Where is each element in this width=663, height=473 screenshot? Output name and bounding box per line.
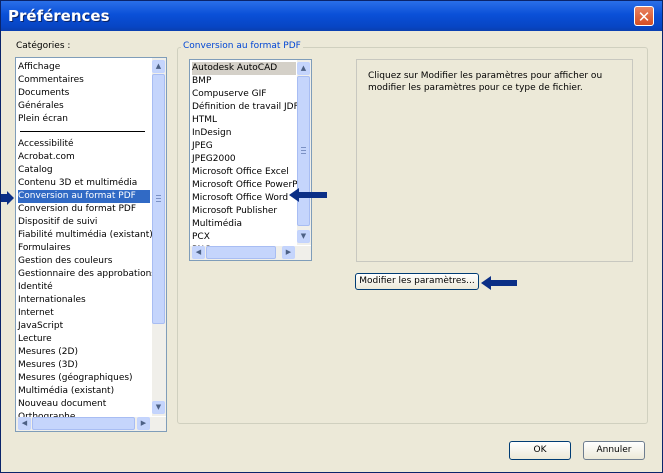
- formats-list[interactable]: Autodesk AutoCAD BMP Compuserve GIF Définit…: [189, 59, 312, 261]
- category-item[interactable]: Internationales: [18, 294, 150, 307]
- category-item[interactable]: Documents: [18, 87, 150, 100]
- format-item[interactable]: PCX: [192, 231, 296, 244]
- format-item[interactable]: Autodesk AutoCAD: [192, 62, 296, 75]
- category-item[interactable]: Contenu 3D et multimédia: [18, 177, 150, 190]
- info-text: Cliquez sur Modifier les paramètres pour…: [368, 71, 603, 93]
- annotation-arrow-icon: [481, 276, 517, 290]
- formats-hscrollbar[interactable]: ◀ ▶: [190, 246, 311, 260]
- scroll-up-icon[interactable]: ▲: [297, 62, 310, 75]
- scroll-left-icon[interactable]: ◀: [192, 246, 205, 259]
- format-item[interactable]: Définition de travail JDF: [192, 101, 299, 114]
- format-item[interactable]: Microsoft Office PowerPoint: [192, 179, 311, 192]
- scroll-right-icon[interactable]: ▶: [282, 246, 295, 259]
- category-item[interactable]: Multimédia (existant): [18, 385, 150, 398]
- scroll-up-icon[interactable]: ▲: [152, 60, 165, 73]
- categories-vscrollbar[interactable]: ▲ ▼: [152, 58, 166, 416]
- category-item[interactable]: Mesures (3D): [18, 359, 150, 372]
- format-item[interactable]: Multimédia: [192, 218, 296, 231]
- format-item[interactable]: JPEG2000: [192, 153, 296, 166]
- ok-button[interactable]: OK: [509, 441, 571, 460]
- annotation-arrow-icon: [289, 188, 327, 202]
- format-item[interactable]: BMP: [192, 75, 296, 88]
- category-item[interactable]: Générales: [18, 100, 150, 113]
- title-bar: Préférences ✕: [1, 1, 662, 31]
- category-item[interactable]: Mesures (2D): [18, 346, 150, 359]
- format-item[interactable]: JPEG: [192, 140, 296, 153]
- category-item[interactable]: Identité: [18, 281, 150, 294]
- category-item[interactable]: Mesures (géographiques): [18, 372, 150, 385]
- format-item[interactable]: Compuserve GIF: [192, 88, 296, 101]
- scroll-right-icon[interactable]: ▶: [137, 417, 150, 430]
- category-item[interactable]: Affichage: [18, 61, 150, 74]
- category-item[interactable]: Gestion des couleurs: [18, 255, 150, 268]
- dialog-title: Préférences: [8, 7, 110, 25]
- info-panel: Cliquez sur Modifier les paramètres pour…: [356, 59, 633, 262]
- category-item[interactable]: Conversion au format PDF: [18, 190, 150, 203]
- category-item[interactable]: JavaScript: [18, 320, 150, 333]
- categories-hscroll-thumb[interactable]: [32, 417, 135, 430]
- format-item[interactable]: Microsoft Office Word: [192, 192, 296, 205]
- categories-list[interactable]: Affichage Commentaires Documents Générales P…: [15, 57, 167, 432]
- annotation-arrow-icon: [1, 191, 14, 205]
- category-item[interactable]: Conversion du format PDF: [18, 203, 150, 216]
- category-item[interactable]: Catalog: [18, 164, 150, 177]
- category-separator: [20, 131, 145, 132]
- format-item[interactable]: HTML: [192, 114, 296, 127]
- category-item[interactable]: Gestionnaire des approbations: [18, 268, 156, 281]
- category-item[interactable]: Accessibilité: [18, 138, 150, 151]
- category-item[interactable]: Formulaires: [18, 242, 150, 255]
- scroll-left-icon[interactable]: ◀: [18, 417, 31, 430]
- format-item[interactable]: Microsoft Office Excel: [192, 166, 296, 179]
- categories-scroll-thumb[interactable]: [152, 74, 165, 324]
- category-item[interactable]: Lecture: [18, 333, 150, 346]
- cancel-button[interactable]: Annuler: [583, 441, 645, 460]
- formats-vscrollbar[interactable]: ▲ ▼: [297, 60, 311, 245]
- scroll-down-icon[interactable]: ▼: [297, 230, 310, 243]
- format-item[interactable]: Microsoft Publisher: [192, 205, 296, 218]
- formats-hscroll-thumb[interactable]: [206, 246, 276, 259]
- category-item[interactable]: Commentaires: [18, 74, 150, 87]
- formats-scroll-thumb[interactable]: [297, 76, 310, 226]
- category-item[interactable]: Acrobat.com: [18, 151, 150, 164]
- category-item[interactable]: Dispositif de suivi: [18, 216, 150, 229]
- category-item[interactable]: Plein écran: [18, 113, 150, 126]
- scroll-down-icon[interactable]: ▼: [152, 401, 165, 414]
- edit-settings-button[interactable]: Modifier les paramètres...: [355, 273, 479, 290]
- group-title: Conversion au format PDF: [181, 41, 303, 51]
- categories-hscrollbar[interactable]: ◀ ▶: [16, 417, 166, 431]
- preferences-dialog: Préférences ✕ Catégories : Affichage Comm…: [0, 0, 663, 473]
- category-item[interactable]: Fiabilité multimédia (existant): [18, 229, 153, 242]
- close-icon[interactable]: ✕: [634, 6, 654, 26]
- categories-label: Catégories :: [16, 41, 71, 51]
- format-item[interactable]: InDesign: [192, 127, 296, 140]
- category-item[interactable]: Internet: [18, 307, 150, 320]
- category-item[interactable]: Nouveau document: [18, 398, 150, 411]
